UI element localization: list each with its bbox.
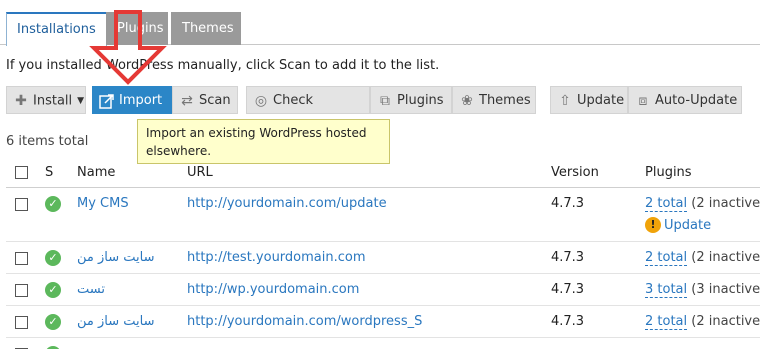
site-name-link[interactable]: My CMS bbox=[77, 196, 129, 211]
plugins-inactive: (2 inactive) bbox=[691, 314, 760, 329]
update-available[interactable]: ! Update bbox=[645, 217, 711, 233]
import-button[interactable]: Import bbox=[92, 86, 172, 114]
import-icon bbox=[99, 93, 115, 109]
header-name[interactable]: Name bbox=[77, 165, 115, 180]
site-url-link[interactable]: http://wp.yourdomain.com bbox=[187, 282, 359, 297]
select-all-checkbox[interactable] bbox=[15, 166, 28, 179]
table-row: ✓ bbox=[6, 338, 760, 349]
auto-update-button[interactable]: ⧈ Auto-Update bbox=[628, 86, 742, 114]
install-label: Install bbox=[33, 93, 73, 109]
update-link[interactable]: Update bbox=[664, 218, 711, 233]
row-checkbox[interactable] bbox=[15, 316, 28, 329]
themes-label: Themes bbox=[479, 93, 531, 108]
site-url-link[interactable]: http://yourdomain.com/update bbox=[187, 196, 387, 211]
header-plugins[interactable]: Plugins bbox=[645, 165, 692, 180]
update-icon: ⇧ bbox=[559, 93, 571, 109]
row-checkbox[interactable] bbox=[15, 284, 28, 297]
shield-icon: ◎ bbox=[254, 93, 268, 109]
warning-icon: ! bbox=[645, 217, 661, 233]
auto-update-icon: ⧈ bbox=[638, 93, 648, 109]
site-name-link[interactable]: تست bbox=[77, 282, 105, 297]
row-checkbox[interactable] bbox=[15, 198, 28, 211]
plugins-inactive: (2 inactive) bbox=[691, 196, 760, 211]
status-ok-icon: ✓ bbox=[45, 250, 61, 266]
update-label: Update bbox=[577, 93, 625, 108]
plugins-label: Plugins bbox=[397, 93, 444, 108]
site-name-link[interactable]: سایت ساز من bbox=[77, 250, 155, 265]
plugins-summary: 2 total (2 inactive) bbox=[645, 314, 760, 330]
themes-button[interactable]: ❀ Themes bbox=[452, 86, 536, 114]
scan-icon: ⇄ bbox=[181, 93, 193, 109]
version-text: 4.7.3 bbox=[551, 196, 585, 211]
plus-icon: ✚ bbox=[15, 93, 27, 109]
version-text: 4.7.3 bbox=[551, 314, 585, 329]
version-text: 4.7.3 bbox=[551, 250, 585, 265]
intro-text: If you installed WordPress manually, cli… bbox=[6, 58, 440, 73]
status-ok-icon: ✓ bbox=[45, 282, 61, 298]
scan-label: Scan bbox=[199, 93, 231, 108]
install-button[interactable]: ✚ Install ▼ bbox=[6, 86, 86, 114]
header-version[interactable]: Version bbox=[551, 165, 599, 180]
themes-icon: ❀ bbox=[461, 93, 473, 109]
plugins-inactive: (3 inactive) bbox=[691, 282, 760, 297]
plugins-summary: 3 total (3 inactive) bbox=[645, 282, 760, 298]
import-tooltip: Import an existing WordPress hosted else… bbox=[137, 119, 390, 164]
status-ok-icon: ✓ bbox=[45, 196, 61, 212]
auto-update-label: Auto-Update bbox=[655, 93, 738, 108]
plugins-inactive: (2 inactive) bbox=[691, 250, 760, 265]
table-row: ✓ My CMS http://yourdomain.com/update 4.… bbox=[6, 188, 760, 242]
header-url[interactable]: URL bbox=[187, 165, 213, 180]
items-count: 6 items total bbox=[6, 134, 89, 149]
site-url-link[interactable]: http://test.yourdomain.com bbox=[187, 250, 366, 265]
plugins-total-link[interactable]: 2 total bbox=[645, 314, 688, 330]
plugins-button[interactable]: ⧉ Plugins bbox=[370, 86, 452, 114]
plugins-total-link[interactable]: 2 total bbox=[645, 196, 688, 212]
table-row: ✓ تست http://wp.yourdomain.com 4.7.3 3 t… bbox=[6, 274, 760, 306]
table-row: ✓ سایت ساز من http://test.yourdomain.com… bbox=[6, 242, 760, 274]
header-status: S bbox=[45, 165, 54, 180]
site-name-link[interactable]: سایت ساز من bbox=[77, 314, 155, 329]
site-url-link[interactable]: http://yourdomain.com/wordpress_S bbox=[187, 314, 422, 329]
tab-bar: Installations Plugins Themes bbox=[0, 0, 760, 46]
table-row: ✓ سایت ساز من http://yourdomain.com/word… bbox=[6, 306, 760, 338]
caret-down-icon: ▼ bbox=[77, 96, 85, 106]
version-text: 4.7.3 bbox=[551, 282, 585, 297]
check-security-button[interactable]: ◎ Check Security bbox=[246, 86, 370, 136]
puzzle-icon: ⧉ bbox=[380, 93, 390, 109]
tab-themes[interactable]: Themes bbox=[171, 12, 241, 45]
plugins-total-link[interactable]: 3 total bbox=[645, 282, 688, 298]
update-button[interactable]: ⇧ Update bbox=[550, 86, 628, 114]
plugins-summary: 2 total (2 inactive) bbox=[645, 196, 760, 212]
plugins-summary: 2 total (2 inactive) bbox=[645, 250, 760, 266]
row-checkbox[interactable] bbox=[15, 252, 28, 265]
status-ok-icon: ✓ bbox=[45, 314, 61, 330]
plugins-total-link[interactable]: 2 total bbox=[645, 250, 688, 266]
scan-button[interactable]: ⇄ Scan bbox=[172, 86, 238, 114]
tab-installations[interactable]: Installations bbox=[6, 12, 107, 46]
import-label: Import bbox=[119, 93, 163, 108]
tab-plugins[interactable]: Plugins bbox=[106, 12, 168, 45]
